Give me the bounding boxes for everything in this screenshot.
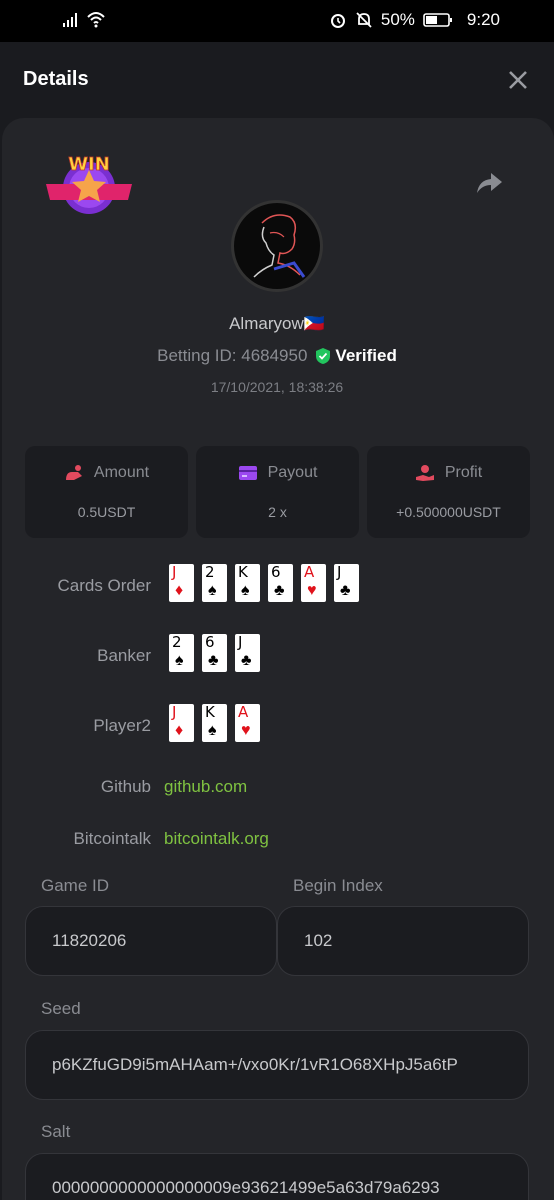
betting-id-line: Betting ID: 4684950 Verified xyxy=(0,346,554,366)
playing-card: J ♣ xyxy=(235,634,260,672)
profit-stat: Profit +0.500000USDT xyxy=(367,446,530,538)
seed-field[interactable]: p6KZfuGD9i5mAHAam+/vxo0Kr/1vR1O68XHpJ5a6… xyxy=(25,1030,529,1100)
signal-wifi-group xyxy=(62,10,106,28)
salt-field[interactable]: 0000000000000000009e93621499e5a63d79a629… xyxy=(25,1153,529,1200)
username: Almaryow🇵🇭 xyxy=(229,314,325,333)
close-icon[interactable] xyxy=(506,68,530,92)
playing-card: J ♣ xyxy=(334,564,359,602)
avatar xyxy=(231,200,323,292)
salt-label: Salt xyxy=(41,1122,71,1141)
begin-index-field[interactable]: 102 xyxy=(277,906,529,976)
details-header: Details xyxy=(0,42,554,118)
profit-value: +0.500000USDT xyxy=(396,504,501,520)
github-label: Github xyxy=(100,777,151,796)
bet-timestamp: 17/10/2021, 18:38:26 xyxy=(210,379,344,395)
playing-card: 6 ♣ xyxy=(202,634,227,672)
profit-hand-icon xyxy=(415,465,434,481)
game-id-field[interactable]: 11820206 xyxy=(25,906,277,976)
playing-card: J ♦ xyxy=(169,704,194,742)
player2-cards-row: J ♦ K ♠ A ♥ xyxy=(169,704,260,742)
playing-card: 6 ♣ xyxy=(268,564,293,602)
playing-card: J ♦ xyxy=(169,564,194,602)
banker-cards-row: 2 ♠ 6 ♣ J ♣ xyxy=(169,634,260,672)
clock: 9:20 xyxy=(466,10,500,29)
avatar-portrait-icon xyxy=(253,214,306,278)
alarm-icon xyxy=(330,14,345,28)
payout-value: 2 x xyxy=(268,504,287,520)
shield-check-icon xyxy=(316,348,331,364)
playing-card: A ♥ xyxy=(301,564,326,602)
playing-card: K ♠ xyxy=(202,704,227,742)
cards-order-label: Cards Order xyxy=(57,576,151,595)
betting-id: Betting ID: 4684950 xyxy=(157,346,308,365)
game-id-label: Game ID xyxy=(41,876,110,895)
share-icon[interactable] xyxy=(475,168,503,196)
win-badge-icon: WIN xyxy=(46,154,132,214)
playing-card: K ♠ xyxy=(235,564,260,602)
payout-label: Payout xyxy=(267,464,318,481)
player2-label: Player2 xyxy=(93,716,151,735)
banker-label: Banker xyxy=(97,646,151,665)
win-badge-text: WIN xyxy=(68,154,110,175)
cards-order-row: J ♦ 2 ♠ K ♠ 6 ♣ A ♥ J ♣ xyxy=(169,564,359,602)
signal-icon xyxy=(63,13,77,27)
bitcointalk-label: Bitcointalk xyxy=(73,829,151,848)
verified-label: Verified xyxy=(335,346,397,365)
page-title: Details xyxy=(23,68,89,90)
game-id-value: 11820206 xyxy=(52,931,127,950)
status-right: 50% 9:20 xyxy=(329,10,500,30)
mute-bell-icon xyxy=(356,12,372,28)
verified-badge: Verified xyxy=(315,346,397,366)
amount-icon xyxy=(65,465,82,480)
amount-label: Amount xyxy=(93,464,150,481)
begin-index-value: 102 xyxy=(304,931,333,950)
seed-value: p6KZfuGD9i5mAHAam+/vxo0Kr/1vR1O68XHpJ5a6… xyxy=(52,1055,458,1074)
battery-icon xyxy=(423,13,452,27)
begin-index-label: Begin Index xyxy=(293,876,383,895)
profit-label: Profit xyxy=(444,464,483,481)
bitcointalk-link[interactable]: bitcointalk.org xyxy=(164,829,269,849)
battery-percent: 50% xyxy=(380,10,415,29)
playing-card: A ♥ xyxy=(235,704,260,742)
payout-card-icon xyxy=(238,466,257,480)
payout-stat: Payout 2 x xyxy=(196,446,359,538)
seed-label: Seed xyxy=(41,999,81,1018)
playing-card: 2 ♠ xyxy=(169,634,194,672)
github-link[interactable]: github.com xyxy=(164,777,247,797)
salt-value: 0000000000000000009e93621499e5a63d79a629… xyxy=(52,1178,440,1197)
amount-value: 0.5USDT xyxy=(77,504,136,520)
playing-card: 2 ♠ xyxy=(202,564,227,602)
amount-stat: Amount 0.5USDT xyxy=(25,446,188,538)
status-bar: 50% 9:20 xyxy=(0,0,554,42)
wifi-icon xyxy=(87,12,105,28)
